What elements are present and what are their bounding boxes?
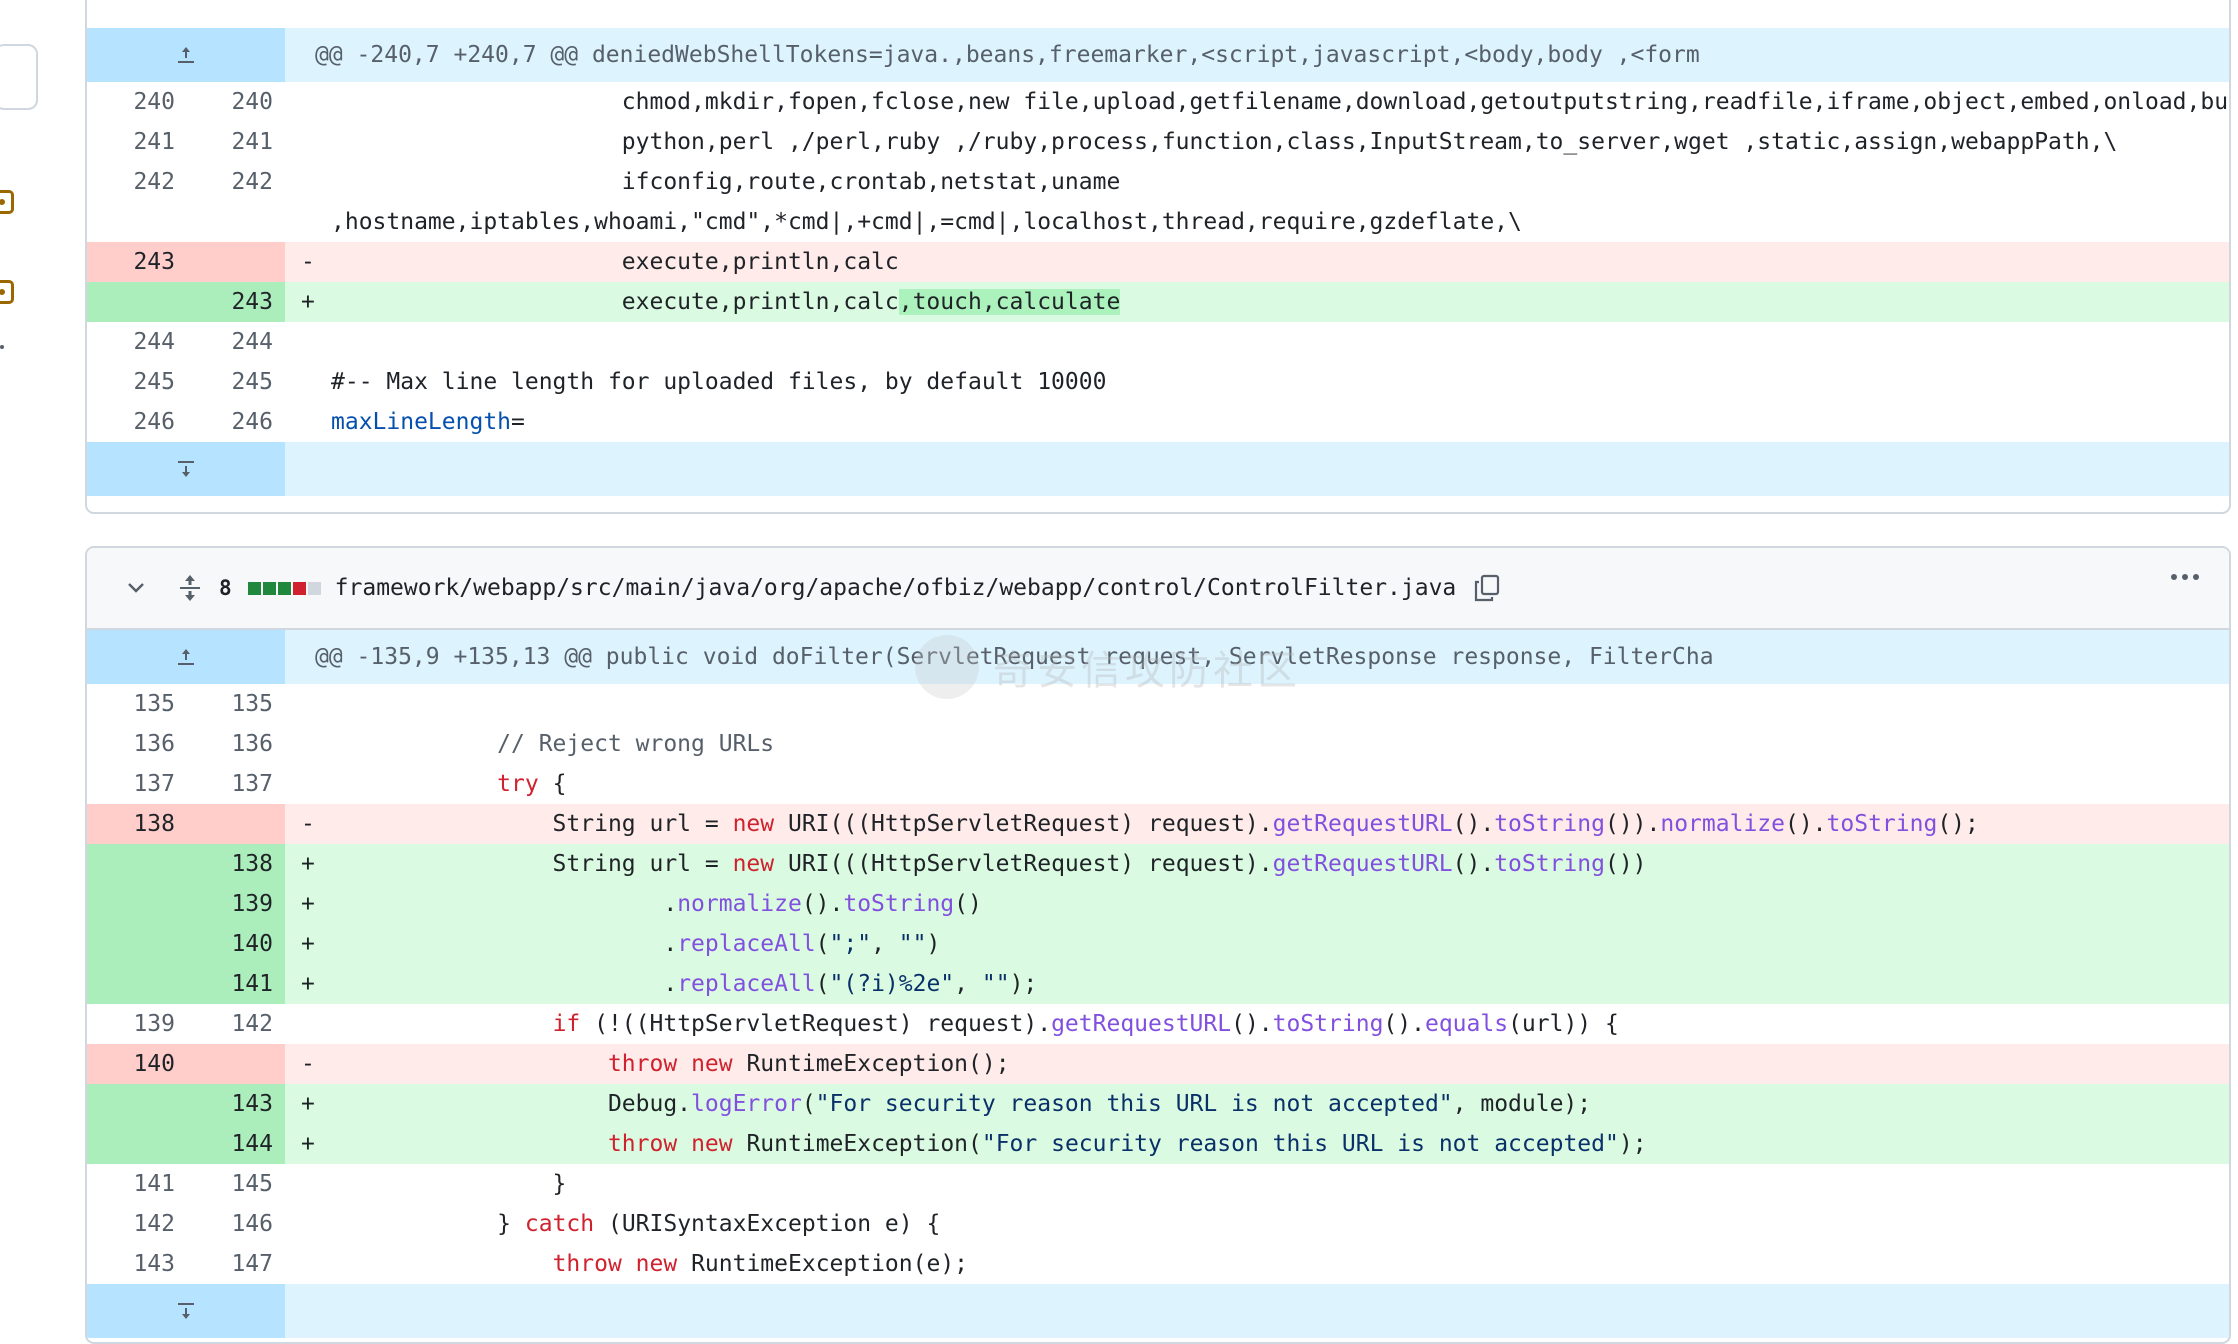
expand-down-row [87,1284,2229,1338]
file-path[interactable]: framework/webapp/src/main/java/org/apach… [335,575,1457,601]
highlighted-addition: ,touch,calculate [898,289,1121,315]
code-text: execute,println,calc,touch,calculate [331,289,1121,315]
expand-up-icon [178,649,194,665]
code-text: maxLineLength= [331,409,525,435]
old-line-number[interactable] [87,202,187,242]
expand-down-icon [178,461,194,477]
old-line-number[interactable]: 246 [87,402,187,442]
diff-sign [285,362,331,402]
hunk-header-text: @@ -135,9 +135,13 @@ public void doFilte… [315,644,1714,670]
diff-sign [285,322,331,362]
old-line-number[interactable]: 245 [87,362,187,402]
expand-all-button[interactable] [175,573,205,603]
diff-line: 141 145 } [133,1171,567,1197]
diffstat [247,581,321,595]
old-line-number[interactable]: 242 [87,162,187,202]
new-line-number[interactable]: 246 [187,402,285,442]
code-text: ,hostname,iptables,whoami,"cmd",*cmd|,+c… [331,209,1522,235]
diff-sign: + [301,289,315,315]
diff-line-added: 144 + throw new RuntimeException("For sec… [87,1124,2229,1164]
diff-sign [285,402,331,442]
diff-line: ,hostname,iptables,whoami,"cmd",*cmd|,+c… [87,202,2229,242]
diff-line: 136 136 // Reject wrong URLs [133,731,775,757]
new-line-number[interactable]: 245 [187,362,285,402]
diff-line: 139 142 if (!((HttpServletRequest) reques… [133,1011,1619,1037]
new-line-number[interactable] [187,242,285,282]
old-line-number[interactable]: 240 [87,82,187,122]
more-options-button[interactable] [2171,574,2199,580]
expand-down-icon [178,1303,194,1319]
diff-line-added: 243 + execute,println,calc,touch,calculat… [87,282,2229,322]
diff-sign [285,162,331,202]
diff-line: 241 241 python,perl ,/perl,ruby ,/ruby,pr… [87,122,2229,162]
old-line-number[interactable] [87,282,187,322]
new-line-number[interactable]: 240 [187,82,285,122]
diff-line: 245 245 #-- Max line length for uploaded f… [87,362,2229,402]
diff-line: 135 135 [133,691,273,717]
new-line-number[interactable]: 243 [187,282,285,322]
chevron-down-icon [128,583,144,593]
diff-line-deleted: 138- String url = new URI(((HttpServletR… [87,804,2229,844]
diff-line: 244 244 [87,322,2229,362]
diff-line: 137 137 try { [133,771,567,797]
diff-line-deleted: 140- throw new RuntimeException(); [87,1044,2229,1084]
diff-file-properties: @@ -240,7 +240,7 @@ deniedWebShellTokens… [85,0,2231,514]
diff-line: 143 147 throw new RuntimeException(e); [133,1251,969,1277]
code-text: ifconfig,route,crontab,netstat,uname [331,169,1121,195]
expand-down-button[interactable] [87,442,285,496]
file-header: 8 framework/webapp/src/main/java/org/apa… [87,548,2229,630]
code-text: chmod,mkdir,fopen,fclose,new file,upload… [331,89,2229,115]
expand-up-button[interactable] [87,28,285,82]
hunk-header: @@ -135,9 +135,13 @@ public void doFilte… [87,630,2229,684]
diff-line-added: 143 + Debug.logError("For security reason… [87,1084,2229,1124]
diff-sign [285,202,331,242]
expand-down-button[interactable] [87,1284,285,1338]
left-panel-stub [0,44,38,110]
left-dot [0,345,4,349]
new-line-number[interactable] [187,202,285,242]
unfold-icon [180,575,200,601]
left-marker-icon [0,190,14,214]
old-line-number[interactable]: 241 [87,122,187,162]
change-count: 8 [219,576,232,600]
new-line-number[interactable]: 242 [187,162,285,202]
new-line-number[interactable]: 241 [187,122,285,162]
left-marker-icon [0,280,14,304]
diff-line: 242 242 ifconfig,route,crontab,netstat,un… [87,162,2229,202]
code-text: #-- Max line length for uploaded files, … [331,369,1107,395]
diff-line-added: 141 + .replaceAll("(?i)%2e", ""); [87,964,2229,1004]
diff-line: 246 246 maxLineLength= [87,402,2229,442]
diff-line-added: 138 + String url = new URI(((HttpServletR… [87,844,2229,884]
expand-up-button[interactable] [87,630,285,684]
copy-icon [1475,574,1500,602]
diff-line-deleted: 243 - execute,println,calc [87,242,2229,282]
diff-line-added: 140 + .replaceAll(";", "") [87,924,2229,964]
diff-sign [285,122,331,162]
diff-file-controlfilter: 8 framework/webapp/src/main/java/org/apa… [85,546,2231,1344]
hunk-header-text: @@ -240,7 +240,7 @@ deniedWebShellTokens… [315,42,1700,68]
old-line-number[interactable]: 244 [87,322,187,362]
code-text: python,perl ,/perl,ruby ,/ruby,process,f… [331,129,2118,155]
code-text: execute,println,calc [331,249,899,275]
collapse-file-button[interactable] [125,577,155,599]
new-line-number[interactable]: 244 [187,322,285,362]
expand-up-icon [178,47,194,63]
diff-line: 240 240 chmod,mkdir,fopen,fclose,new file… [87,82,2229,122]
diff-sign: - [301,249,315,275]
expand-down-row [87,442,2229,496]
diff-line: 142 146 } catch (URISyntaxException e) { [133,1211,941,1237]
old-line-number[interactable]: 243 [87,242,187,282]
hunk-header: @@ -240,7 +240,7 @@ deniedWebShellTokens… [87,28,2229,82]
diff-line-added: 139 + .normalize().toString() [87,884,2229,924]
diff-sign [285,82,331,122]
copy-path-button[interactable] [1472,573,1502,603]
